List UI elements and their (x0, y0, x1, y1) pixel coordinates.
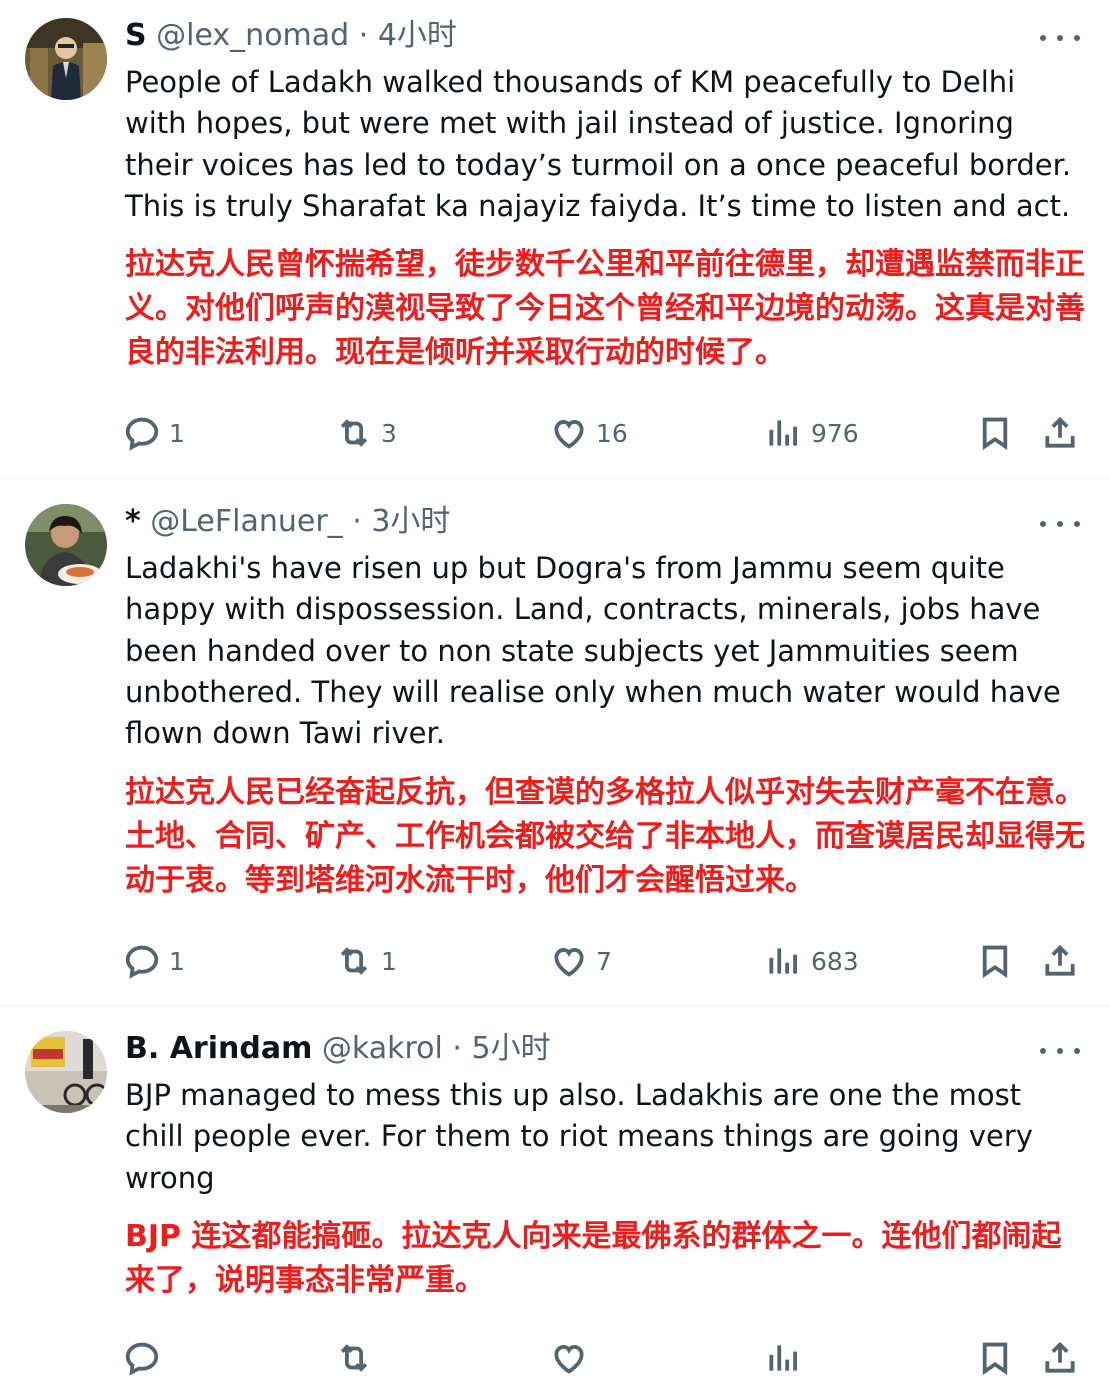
author-handle[interactable]: @kakrol (322, 1031, 443, 1066)
author-handle[interactable]: @LeFlanuer_ (150, 504, 342, 539)
views-icon (769, 420, 797, 446)
repost-count: 3 (381, 418, 397, 448)
repost-icon (340, 947, 368, 975)
bookmark-button[interactable] (976, 1333, 1014, 1383)
tweet-translation: 拉达克人民已经奋起反抗，但查谟的多格拉人似乎对失去财产毫不在意。土地、合同、矿产… (125, 775, 1085, 898)
separator-dot: · (358, 18, 369, 53)
bookmark-button[interactable] (976, 936, 1014, 986)
avatar[interactable] (25, 18, 107, 100)
views-icon (769, 1345, 797, 1371)
like-icon (554, 1345, 584, 1374)
like-count: 16 (596, 418, 628, 448)
tweet-text: Ladakhi's have risen up but Dogra's from… (125, 551, 1061, 751)
divider (0, 1005, 1110, 1006)
tweet-header: S @lex_nomad · 4小时 (125, 16, 1020, 56)
more-icon[interactable] (1040, 512, 1080, 536)
author-name[interactable]: B. Arindam (125, 1031, 312, 1066)
reply-icon (125, 945, 159, 979)
repost-icon (340, 419, 368, 447)
reply-count: 1 (169, 946, 185, 976)
share-button[interactable] (1041, 936, 1079, 986)
share-icon (1045, 1341, 1075, 1373)
views-count: 976 (811, 418, 859, 448)
repost-button[interactable]: 3 (335, 408, 397, 458)
tweet[interactable]: S @lex_nomad · 4小时 People of Ladakh walk… (0, 0, 1110, 478)
action-bar: 1 3 16 976 (0, 408, 1110, 458)
repost-count: 1 (381, 946, 397, 976)
bookmark-icon (982, 1342, 1008, 1376)
author-handle[interactable]: @lex_nomad (156, 18, 349, 53)
views-count: 683 (811, 946, 859, 976)
separator-dot: · (452, 1031, 462, 1066)
avatar[interactable] (25, 504, 107, 586)
divider (0, 478, 1110, 479)
bookmark-button[interactable] (976, 408, 1014, 458)
like-count: 7 (596, 946, 612, 976)
views-button[interactable]: 976 (765, 408, 859, 458)
author-name[interactable]: S (125, 18, 147, 53)
timestamp[interactable]: 4小时 (378, 18, 457, 53)
action-bar: 1 1 7 683 (0, 936, 1110, 986)
share-button[interactable] (1041, 1333, 1079, 1383)
more-icon[interactable] (1040, 26, 1080, 50)
repost-button[interactable]: 1 (335, 936, 397, 986)
reply-count: 1 (169, 418, 185, 448)
bookmark-icon (982, 417, 1008, 451)
reply-button[interactable] (123, 1333, 161, 1383)
tweet-text: People of Ladakh walked thousands of KM … (125, 65, 1072, 223)
like-icon (554, 948, 584, 977)
timestamp[interactable]: 5小时 (472, 1031, 551, 1066)
share-button[interactable] (1041, 408, 1079, 458)
tweet-translation: 拉达克人民曾怀揣希望，徒步数千公里和平前往德里，却遭遇监禁而非正义。对他们呼声的… (125, 247, 1085, 370)
more-icon[interactable] (1040, 1039, 1080, 1063)
action-bar (0, 1333, 1110, 1383)
separator-dot: · (352, 504, 362, 539)
tweet[interactable]: B. Arindam @kakrol · 5小时 BJP managed to … (0, 1013, 1110, 1376)
reply-button[interactable]: 1 (123, 936, 185, 986)
like-button[interactable]: 7 (550, 936, 612, 986)
views-button[interactable] (765, 1333, 803, 1383)
tweet-text: BJP managed to mess this up also. Ladakh… (125, 1078, 1033, 1195)
repost-button[interactable] (335, 1333, 373, 1383)
avatar[interactable] (25, 1031, 107, 1113)
tweet-header: B. Arindam @kakrol · 5小时 (125, 1029, 1020, 1069)
tweet-header: * @LeFlanuer_ · 3小时 (125, 502, 1020, 542)
share-icon (1045, 944, 1075, 976)
timestamp[interactable]: 3小时 (371, 504, 450, 539)
like-button[interactable]: 16 (550, 408, 628, 458)
reply-icon (125, 417, 159, 451)
tweet-translation: BJP 连这都能搞砸。拉达克人向来是最佛系的群体之一。连他们都闹起来了，说明事态… (125, 1219, 1062, 1298)
tweet[interactable]: * @LeFlanuer_ · 3小时 Ladakhi's have risen… (0, 486, 1110, 1004)
like-button[interactable] (550, 1333, 588, 1383)
author-name[interactable]: * (125, 504, 141, 539)
bookmark-icon (982, 945, 1008, 979)
views-button[interactable]: 683 (765, 936, 859, 986)
views-icon (769, 948, 797, 974)
like-icon (554, 420, 584, 449)
repost-icon (340, 1344, 368, 1372)
reply-button[interactable]: 1 (123, 408, 185, 458)
reply-icon (125, 1342, 159, 1376)
share-icon (1045, 416, 1075, 448)
